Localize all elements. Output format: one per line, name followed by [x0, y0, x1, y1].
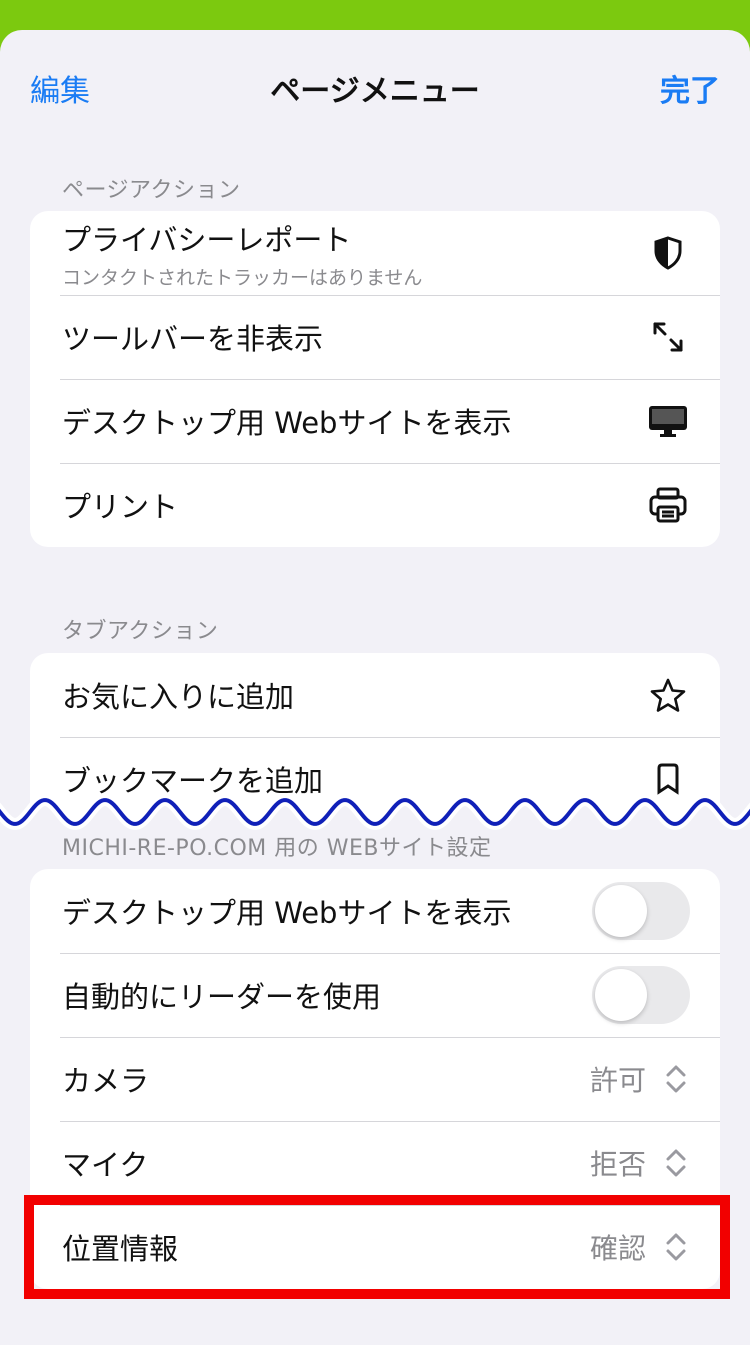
print-label: プリント	[62, 490, 179, 524]
location-label: 位置情報	[62, 1232, 179, 1266]
chevron-updown-icon	[662, 1229, 690, 1265]
print-row[interactable]: プリント	[30, 463, 720, 547]
star-icon	[648, 675, 688, 715]
toggle-knob	[595, 885, 647, 937]
desktop-site-label: デスクトップ用 Webサイトを表示	[62, 406, 512, 440]
page-menu-sheet: 編集 ページメニュー 完了 ページアクション プライバシーレポート コンタクトさ…	[0, 30, 750, 1345]
nav-bar: 編集 ページメニュー 完了	[0, 30, 750, 140]
add-favorite-row[interactable]: お気に入りに追加	[30, 653, 720, 737]
location-row[interactable]: 位置情報 確認	[30, 1205, 720, 1289]
expand-arrows-icon	[648, 317, 688, 357]
camera-label: カメラ	[62, 1064, 150, 1098]
site-desktop-row: デスクトップ用 Webサイトを表示	[30, 869, 720, 953]
desktop-site-toggle[interactable]	[592, 882, 690, 940]
reader-label: 自動的にリーダーを使用	[62, 980, 382, 1014]
hide-toolbar-label: ツールバーを非表示	[62, 322, 324, 356]
desktop-site-row[interactable]: デスクトップ用 Webサイトを表示	[30, 379, 720, 463]
desktop-monitor-icon	[648, 401, 688, 441]
add-favorite-label: お気に入りに追加	[62, 680, 295, 714]
section-header-page-actions: ページアクション	[62, 178, 241, 203]
done-button[interactable]: 完了	[660, 66, 720, 110]
mic-row[interactable]: マイク 拒否	[30, 1121, 720, 1205]
section-header-tab-actions: タブアクション	[62, 619, 219, 644]
hide-toolbar-row[interactable]: ツールバーを非表示	[30, 295, 720, 379]
privacy-report-row[interactable]: プライバシーレポート コンタクトされたトラッカーはありません	[30, 211, 720, 295]
toggle-knob	[595, 969, 647, 1021]
site-settings-card: デスクトップ用 Webサイトを表示 自動的にリーダーを使用 カメラ 許可 マイク…	[30, 869, 720, 1289]
reader-row: 自動的にリーダーを使用	[30, 953, 720, 1037]
page-title: ページメニュー	[270, 74, 480, 109]
location-value: 確認	[589, 1232, 646, 1265]
privacy-report-label: プライバシーレポート	[62, 222, 352, 257]
chevron-updown-icon	[662, 1061, 690, 1097]
camera-row[interactable]: カメラ 許可	[30, 1037, 720, 1121]
camera-value: 許可	[589, 1064, 646, 1097]
chevron-updown-icon	[662, 1145, 690, 1181]
mic-label: マイク	[62, 1148, 149, 1182]
shield-icon	[648, 233, 688, 273]
mic-value: 拒否	[589, 1148, 646, 1181]
site-desktop-label: デスクトップ用 Webサイトを表示	[62, 896, 512, 930]
printer-icon	[648, 485, 688, 525]
page-actions-card: プライバシーレポート コンタクトされたトラッカーはありません ツールバーを非表示…	[30, 211, 720, 547]
privacy-report-subtitle: コンタクトされたトラッカーはありません	[62, 266, 423, 289]
section-header-site-settings: MICHI-RE-PO.COM 用の WEBサイト設定	[62, 836, 492, 861]
reader-toggle[interactable]	[592, 966, 690, 1024]
